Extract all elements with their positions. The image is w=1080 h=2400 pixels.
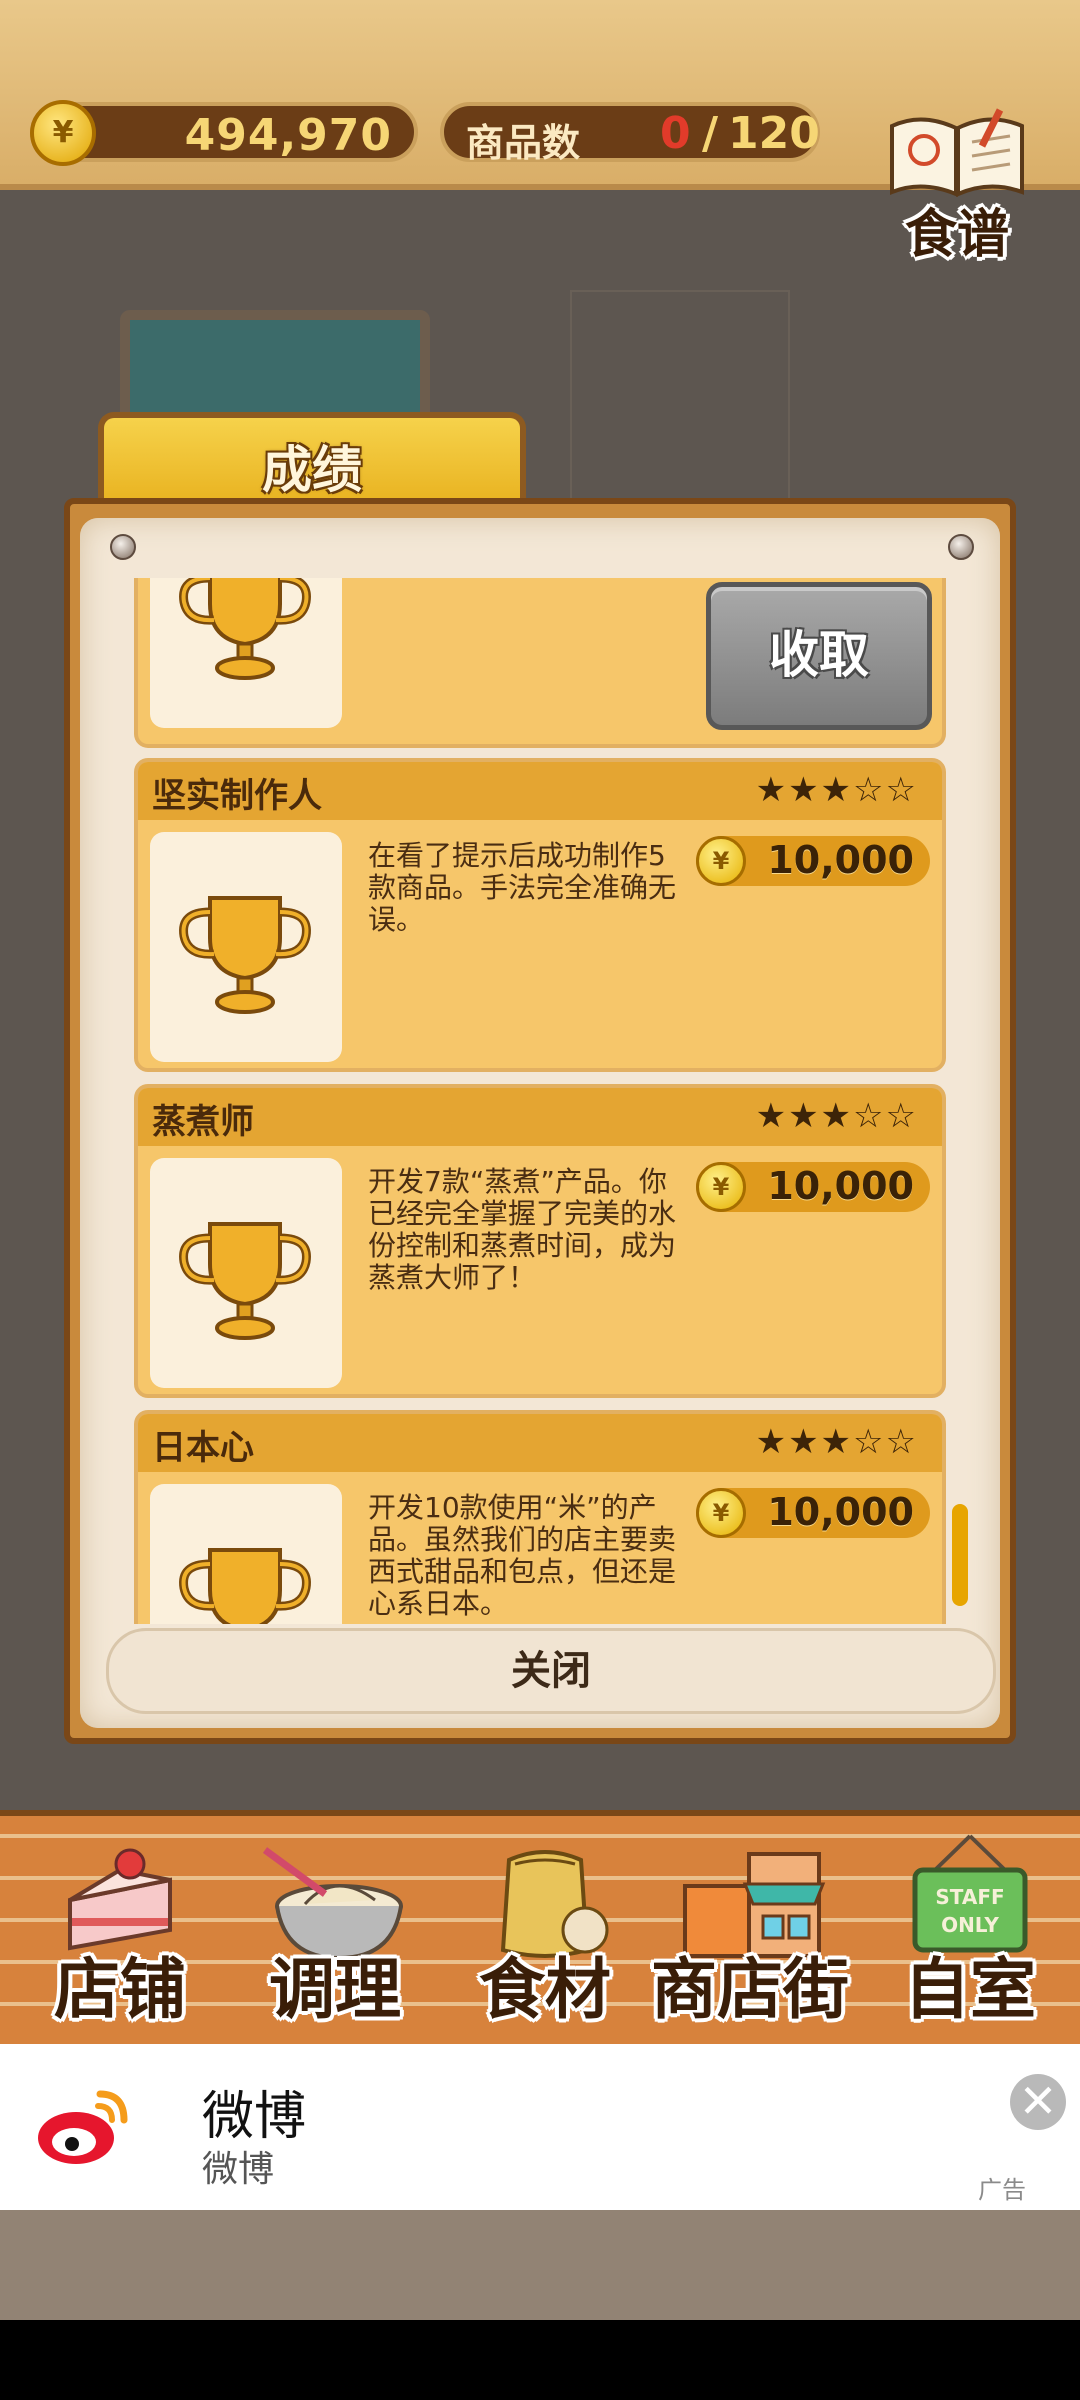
trophy-frame <box>150 832 342 1062</box>
claim-label: 收取 <box>769 626 869 684</box>
pin-icon <box>948 534 974 560</box>
list-scrollbar[interactable] <box>952 1504 968 1606</box>
nav-ingredients[interactable]: 食材 <box>450 1816 640 2050</box>
trophy-frame <box>150 1484 342 1624</box>
bottom-nav: 店铺 调理 食材 商店街 STAFF ONLY 自室 <box>0 1810 1080 2044</box>
trophy-icon <box>179 578 311 680</box>
svg-text:STAFF: STAFF <box>935 1885 1004 1909</box>
nav-label: 自室 <box>904 1951 1036 2028</box>
achievement-card: 蒸煮师 ★★★☆☆ 开发7款“蒸煮”产品。你已经完全掌握了完美的水份控制和蒸煮时… <box>134 1084 946 1398</box>
trophy-frame <box>150 1158 342 1388</box>
card-header: 日本心 ★★★☆☆ <box>138 1414 942 1472</box>
goods-label: 商品数 <box>466 121 581 165</box>
trophy-icon <box>179 1548 311 1624</box>
reward-amount: 10,000 <box>767 1490 914 1534</box>
star-rating: ★★★☆☆ <box>755 770 918 810</box>
achievement-description: 在看了提示后成功制作5款商品。手法完全准确无误。 <box>368 839 677 936</box>
reward-badge: ¥ 10,000 <box>696 836 930 886</box>
card-header: 坚实制作人 ★★★☆☆ <box>138 762 942 820</box>
nav-label: 食材 <box>479 1951 611 2028</box>
nav-cooking[interactable]: 调理 <box>230 1816 440 2050</box>
achievement-title: 蒸煮师 <box>152 1102 254 1142</box>
close-label: 关闭 <box>511 1648 591 1694</box>
achievement-description: 开发10款使用“米”的产品。虽然我们的店主要卖西式甜品和包点，但还是心系日本。 <box>368 1491 677 1620</box>
yen-coin-icon: ¥ <box>696 1162 746 1212</box>
achievement-card: 坚实制作人 ★★★☆☆ 在看了提示后成功制作5款商品。手法完全准确无误。 ¥ 1… <box>134 758 946 1072</box>
reward-amount: 10,000 <box>767 1164 914 1208</box>
background-strip <box>0 2210 1080 2320</box>
yen-coin-icon: ¥ <box>30 100 96 166</box>
achievement-card-claimable: 收取 <box>134 578 946 748</box>
nav-label: 调理 <box>269 1951 401 2028</box>
weibo-logo-icon <box>38 2090 128 2164</box>
yen-coin-icon: ¥ <box>696 836 746 886</box>
svg-text:ONLY: ONLY <box>941 1913 999 1937</box>
goods-separator: / <box>702 108 719 159</box>
close-icon[interactable]: ✕ <box>1010 2074 1066 2130</box>
star-rating: ★★★☆☆ <box>755 1096 918 1136</box>
nav-shop[interactable]: 店铺 <box>20 1816 220 2050</box>
achievement-list[interactable]: 收取 坚实制作人 ★★★☆☆ 在看了提示后成功制作5款商品。手法完全准确无误。 … <box>134 578 946 1624</box>
nav-my-room[interactable]: STAFF ONLY 自室 <box>870 1816 1070 2050</box>
nav-label: 店铺 <box>54 1951 186 2028</box>
trophy-icon <box>179 1222 311 1340</box>
recipe-label: 食谱 <box>904 205 1009 265</box>
achievement-title: 日本心 <box>152 1428 254 1468</box>
reward-amount: 10,000 <box>767 838 914 882</box>
ad-tag: 广告 <box>978 2176 1026 2204</box>
trophy-frame <box>150 578 342 728</box>
recipe-book-icon <box>890 108 1024 198</box>
recipe-button[interactable]: 食谱 <box>868 96 1048 265</box>
close-button[interactable]: 关闭 <box>106 1628 996 1714</box>
money-counter: ¥ 494,970 <box>30 100 418 166</box>
reward-badge: ¥ 10,000 <box>696 1488 930 1538</box>
ad-subtitle: 微博 <box>202 2149 275 2190</box>
achievement-card: 日本心 ★★★☆☆ 开发10款使用“米”的产品。虽然我们的店主要卖西式甜品和包点… <box>134 1410 946 1624</box>
ad-title: 微博 <box>202 2087 307 2147</box>
goods-current: 0 <box>660 108 691 159</box>
nav-shopping-street[interactable]: 商店街 <box>640 1816 860 2050</box>
achievement-description: 开发7款“蒸煮”产品。你已经完全掌握了完美的水份控制和蒸煮时间，成为蒸煮大师了！ <box>368 1165 677 1294</box>
card-header: 蒸煮师 ★★★☆☆ <box>138 1088 942 1146</box>
claim-button[interactable]: 收取 <box>706 582 932 730</box>
nav-label: 商店街 <box>651 1951 849 2028</box>
reward-badge: ¥ 10,000 <box>696 1162 930 1212</box>
money-amount: 494,970 <box>184 110 392 161</box>
goods-counter: 商品数 0 / 120 <box>440 102 820 165</box>
system-navigation-bar <box>0 2320 1080 2400</box>
trophy-icon <box>179 896 311 1014</box>
yen-coin-icon: ¥ <box>696 1488 746 1538</box>
top-bar: ¥ 494,970 商品数 0 / 120 食谱 <box>0 0 1080 265</box>
achievement-title: 坚实制作人 <box>152 776 322 816</box>
pin-icon <box>110 534 136 560</box>
ad-banner[interactable]: 微博 微博 ✕ 广告 <box>0 2044 1080 2210</box>
star-rating: ★★★☆☆ <box>755 1422 918 1462</box>
goods-max: 120 <box>728 108 820 159</box>
